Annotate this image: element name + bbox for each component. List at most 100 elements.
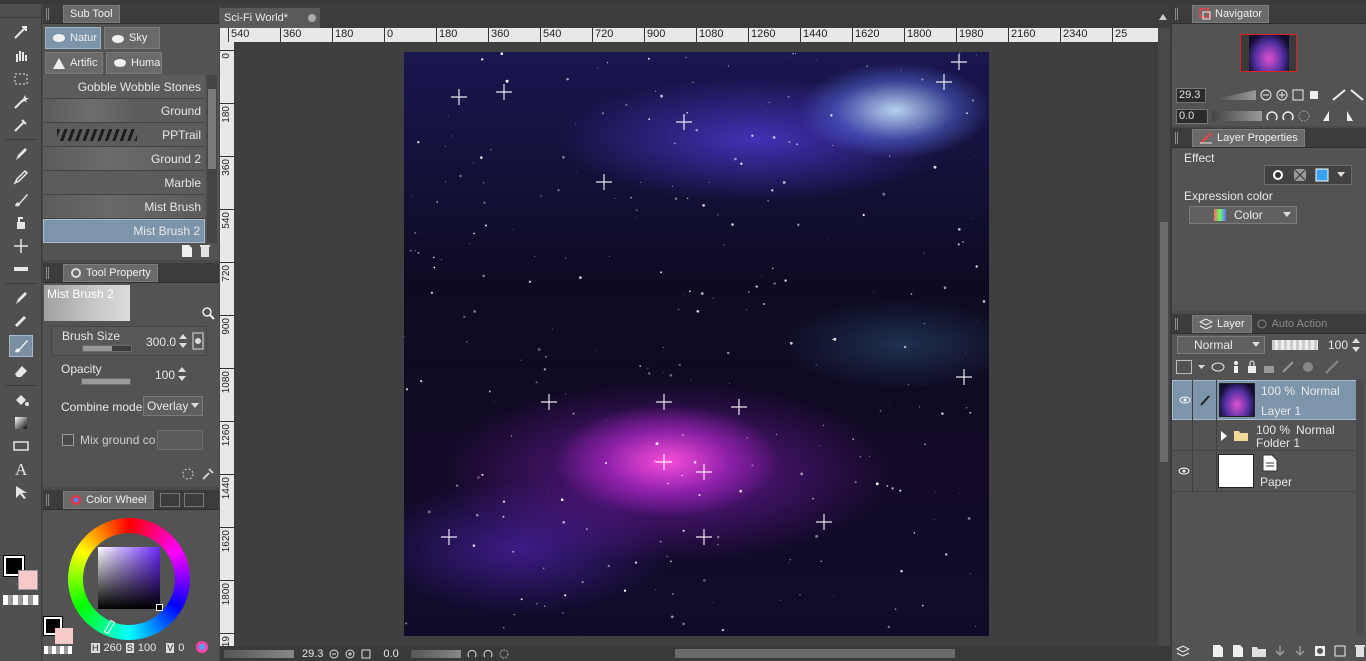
zoom-out-icon[interactable] (1260, 89, 1272, 101)
delete-subtool-icon[interactable] (199, 244, 211, 258)
brush-list-item[interactable]: Gobble Wobble Stones (43, 75, 205, 99)
layer-row-folder[interactable]: 100 % Normal Folder 1 (1172, 421, 1364, 451)
eyedropper-icon[interactable] (12, 116, 30, 134)
move-tool-icon[interactable] (12, 24, 30, 42)
navigator-zoom-slider[interactable] (1209, 90, 1256, 100)
navigator-thumbnail[interactable] (1240, 34, 1297, 72)
reset-rotate-icon[interactable] (499, 649, 509, 659)
pen-tool-icon[interactable] (12, 145, 30, 163)
ruler-link-icon[interactable] (1325, 360, 1339, 374)
new-folder-icon[interactable] (1252, 645, 1266, 657)
navigator-rotate-value[interactable]: 0.0 (1176, 108, 1208, 124)
brush-size-value[interactable]: 300.0 (146, 335, 176, 349)
pen-pressure-icon[interactable] (192, 332, 204, 350)
opacity-value[interactable]: 100 (155, 368, 175, 382)
color-history-tab[interactable] (183, 492, 204, 507)
zoom-out-icon[interactable] (329, 649, 339, 659)
subtool-tab[interactable]: Sub Tool (63, 4, 120, 23)
mask-create-icon[interactable] (1314, 645, 1326, 657)
layer-opacity-value[interactable]: 100 (1328, 338, 1348, 352)
flip-horizontal-icon[interactable] (1332, 89, 1346, 101)
reference-layer-icon[interactable] (1211, 361, 1225, 373)
ink-pen-icon[interactable] (12, 289, 30, 307)
artwork-canvas[interactable] (404, 52, 989, 636)
hand-tool-icon[interactable] (12, 47, 30, 65)
layer-opacity-slider[interactable] (1272, 340, 1318, 350)
clip-icon[interactable] (1281, 360, 1295, 374)
opacity-stepper-icon[interactable] (1352, 337, 1360, 353)
figure-tool-icon[interactable] (12, 437, 30, 455)
subtool-tab-artificial[interactable]: Artific (45, 52, 103, 74)
chevron-down-icon[interactable] (1198, 364, 1205, 370)
palette-color-icon[interactable] (1176, 360, 1192, 374)
document-tab[interactable]: Sci-Fi World* (220, 8, 320, 28)
color-mode-icon[interactable] (195, 640, 209, 654)
rotate-right-icon[interactable] (483, 649, 493, 659)
auto-action-tab[interactable]: Auto Action (1256, 318, 1327, 330)
sv-picker-handle[interactable] (156, 604, 163, 611)
brush-list-item[interactable]: PPTrail (43, 123, 205, 147)
sub-color-swatch[interactable] (18, 570, 38, 590)
subtool-tab-sky[interactable]: Sky (104, 27, 160, 49)
brush-list-item-selected[interactable]: Mist Brush 2 (43, 219, 205, 243)
subtool-tab-nature[interactable]: Natur (45, 27, 101, 49)
combine-down-icon[interactable] (1294, 645, 1306, 657)
navigator-rotate-slider[interactable] (1212, 111, 1262, 121)
blend-mode-select[interactable]: Normal (1177, 336, 1265, 354)
fit-screen-icon[interactable] (1308, 89, 1320, 101)
layer-row-paper[interactable]: Paper (1172, 452, 1364, 492)
flip-left-icon[interactable] (1322, 110, 1336, 122)
lock-icon[interactable] (1247, 360, 1257, 374)
reset-icon[interactable] (181, 467, 195, 481)
actual-size-icon[interactable] (1292, 89, 1304, 101)
selection-tool-icon[interactable] (12, 70, 30, 88)
zoom-in-icon[interactable] (345, 649, 355, 659)
layer-menu-icon[interactable] (1176, 645, 1190, 657)
vertical-scrollbar[interactable] (1158, 42, 1170, 646)
layer-color-icon[interactable] (1315, 168, 1329, 182)
transparent-mini[interactable] (44, 646, 72, 654)
layer-scrollbar[interactable] (1356, 380, 1364, 636)
wrench-icon[interactable] (201, 467, 215, 481)
horizontal-scrollbar[interactable] (674, 649, 955, 658)
mask-icon[interactable] (1301, 360, 1315, 374)
combine-mode-select[interactable]: Overlay (143, 396, 203, 416)
layer-property-tab[interactable]: Layer Properties (1192, 128, 1305, 147)
search-icon[interactable] (201, 306, 215, 320)
status-rotate-slider[interactable] (410, 649, 461, 658)
canvas-viewport[interactable] (234, 42, 1170, 646)
eye-icon[interactable] (1178, 466, 1190, 476)
new-vector-layer-icon[interactable] (1232, 644, 1244, 658)
rotate-right-icon[interactable] (1282, 110, 1294, 122)
navigator-zoom-value[interactable]: 29.3 (1176, 87, 1206, 103)
brush-list-item[interactable]: Mist Brush (43, 195, 205, 219)
border-effect-icon[interactable] (1271, 168, 1285, 182)
text-tool-icon[interactable]: A (12, 460, 30, 478)
flip-vertical-icon[interactable] (1350, 89, 1364, 101)
brush-size-stepper-icon[interactable] (178, 333, 188, 349)
fill-tool-icon[interactable] (12, 391, 30, 409)
layer-row-active[interactable]: 100 % Normal Layer 1 (1172, 380, 1364, 420)
reset-rotate-icon[interactable] (1298, 110, 1310, 122)
expression-color-select[interactable]: Color (1189, 206, 1297, 224)
magic-wand-icon[interactable] (12, 93, 30, 111)
brush-size-slider[interactable] (82, 345, 132, 352)
brush-tool-icon[interactable] (12, 191, 30, 209)
brush-list-item[interactable]: Ground (43, 99, 205, 123)
tone-effect-icon[interactable] (1293, 168, 1307, 182)
chevron-down-icon[interactable] (1337, 172, 1345, 178)
mix-ground-select[interactable] (157, 430, 203, 450)
brush-list-item[interactable]: Ground 2 (43, 147, 205, 171)
navigator-tab[interactable]: Navigator (1192, 4, 1270, 23)
scroll-up-arrow-icon[interactable] (1159, 12, 1167, 20)
edit-pen-icon[interactable] (1199, 394, 1211, 406)
ruler-tool-icon[interactable] (12, 260, 30, 278)
close-tab-icon[interactable] (308, 14, 316, 22)
rotate-left-icon[interactable] (467, 649, 477, 659)
saturation-value-square[interactable] (98, 547, 160, 609)
draft-layer-icon[interactable] (1231, 360, 1241, 374)
gradient-tool-icon[interactable] (12, 414, 30, 432)
layer-tab[interactable]: Layer (1192, 314, 1252, 333)
apply-mask-icon[interactable] (1334, 645, 1346, 657)
zoom-in-icon[interactable] (1276, 89, 1288, 101)
